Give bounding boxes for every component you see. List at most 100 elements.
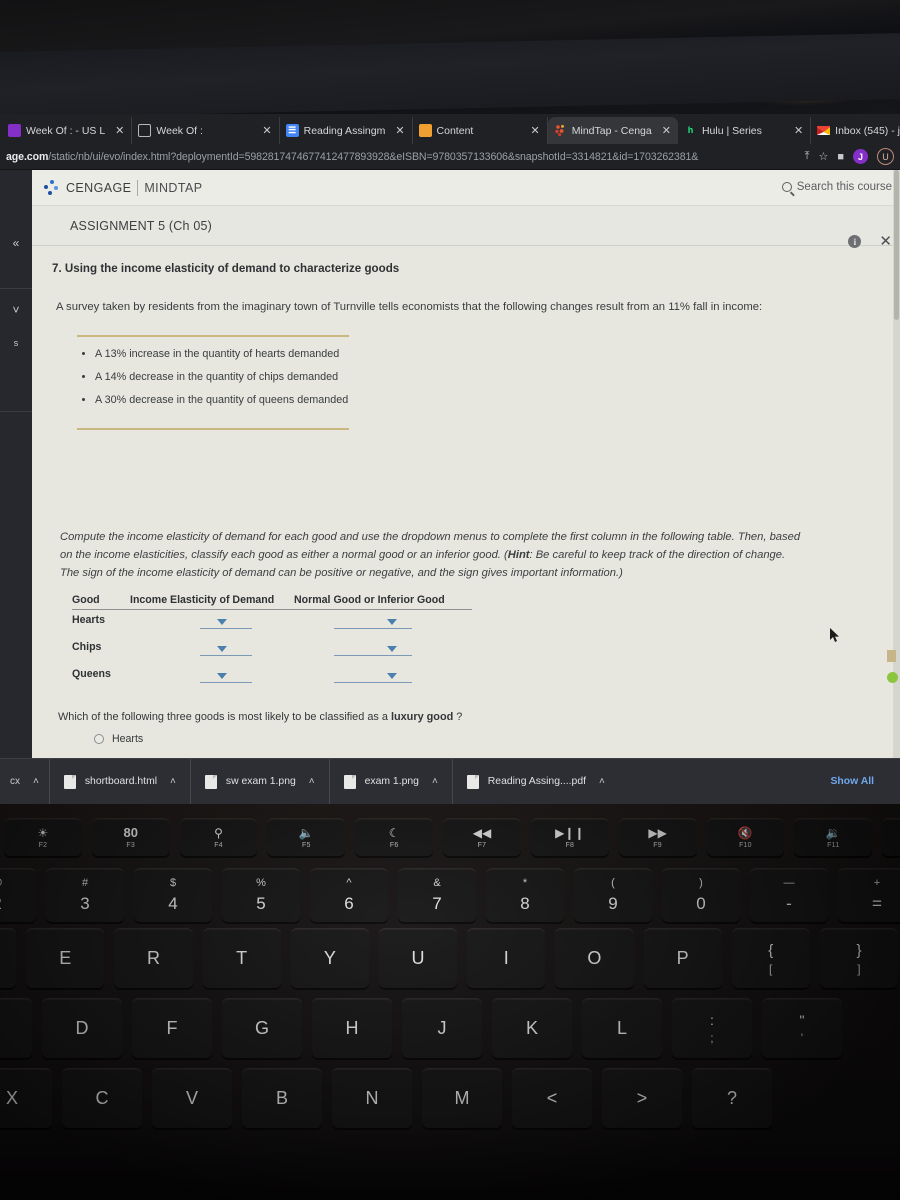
chevron-up-icon[interactable]: ˄ bbox=[432, 776, 438, 787]
elasticity-dropdown-hearts[interactable] bbox=[192, 613, 260, 630]
key-f9[interactable]: ▶▶ F9 bbox=[618, 818, 697, 856]
key-u[interactable]: U bbox=[378, 928, 458, 988]
key-f4[interactable]: ⚲ F4 bbox=[179, 818, 258, 856]
file-icon bbox=[343, 774, 356, 789]
profile-avatar-secondary[interactable]: U bbox=[877, 148, 894, 165]
close-icon[interactable]: ✕ bbox=[791, 124, 806, 137]
classification-dropdown-queens[interactable] bbox=[334, 667, 424, 684]
key-v[interactable]: V bbox=[152, 1068, 232, 1128]
key-w[interactable]: W bbox=[0, 928, 17, 988]
chevron-up-icon[interactable]: ˄ bbox=[33, 776, 39, 787]
key-4[interactable]: $4 bbox=[134, 868, 212, 922]
key-g[interactable]: G bbox=[222, 998, 302, 1058]
key-quote[interactable]: " ' bbox=[762, 998, 842, 1058]
close-icon[interactable]: ✕ bbox=[112, 124, 127, 137]
key-label: M bbox=[454, 1088, 470, 1108]
elasticity-dropdown-chips[interactable] bbox=[192, 640, 260, 657]
browser-tab-2[interactable]: ☰ Reading Assingm ✕ bbox=[280, 117, 413, 144]
extension-icon[interactable]: ■ bbox=[837, 151, 844, 163]
key-x[interactable]: X bbox=[0, 1068, 52, 1128]
key-l[interactable]: L bbox=[582, 998, 662, 1058]
key-semicolon[interactable]: :; bbox=[672, 998, 752, 1058]
key-6[interactable]: ^ 6 bbox=[310, 868, 388, 922]
radio-button-icon[interactable] bbox=[94, 734, 104, 745]
search-course-button[interactable]: Search this course bbox=[781, 181, 892, 193]
browser-tab-6[interactable]: Inbox (545) - jre ✕ bbox=[811, 117, 900, 144]
key-f[interactable]: F bbox=[132, 998, 212, 1058]
key-n[interactable]: N bbox=[332, 1068, 412, 1128]
key-s[interactable]: S bbox=[0, 998, 32, 1058]
rail-chevron-down-icon[interactable]: ˅ bbox=[0, 303, 32, 317]
close-icon[interactable]: ✕ bbox=[528, 124, 543, 137]
chevron-up-icon[interactable]: ˄ bbox=[170, 776, 176, 787]
close-icon[interactable]: ✕ bbox=[659, 124, 674, 137]
classification-dropdown-chips[interactable] bbox=[334, 640, 424, 657]
key-i[interactable]: I bbox=[467, 928, 546, 988]
page-scrollbar[interactable] bbox=[893, 170, 900, 784]
bookmark-star-icon[interactable]: ☆ bbox=[818, 150, 828, 163]
key-5[interactable]: % 5 bbox=[222, 868, 300, 922]
elasticity-dropdown-queens[interactable] bbox=[192, 667, 260, 684]
key-minus[interactable]: — - bbox=[750, 868, 828, 922]
close-icon[interactable]: ✕ bbox=[259, 124, 274, 137]
key-d[interactable]: D bbox=[42, 998, 122, 1058]
key-f11[interactable]: 🔉 F11 bbox=[794, 818, 873, 856]
laptop-screen-bezel bbox=[0, 33, 900, 118]
key-f7[interactable]: ◀◀ F7 bbox=[443, 818, 521, 856]
key-y[interactable]: Y bbox=[290, 928, 369, 988]
browser-tab-0[interactable]: Week Of : - US L ✕ bbox=[2, 117, 133, 144]
download-item-3[interactable]: Reading Assing....pdf ˄ bbox=[451, 758, 619, 804]
rail-collapse-button[interactable]: « bbox=[0, 236, 32, 250]
key-slash[interactable]: ? bbox=[692, 1068, 772, 1128]
browser-tab-3[interactable]: Content ✕ bbox=[413, 117, 548, 144]
close-icon[interactable]: ✕ bbox=[392, 124, 407, 137]
scrollbar-thumb[interactable] bbox=[894, 170, 899, 320]
key-o[interactable]: O bbox=[555, 928, 634, 988]
key-r[interactable]: R bbox=[114, 928, 193, 988]
key-f5[interactable]: 🔈 F5 bbox=[267, 818, 346, 856]
key-equals[interactable]: + = bbox=[838, 868, 900, 922]
browser-tab-1[interactable]: Week Of : ✕ bbox=[132, 117, 280, 144]
radio-option-hearts[interactable]: Hearts bbox=[94, 733, 900, 745]
key-k[interactable]: K bbox=[492, 998, 572, 1058]
key-8[interactable]: * 8 bbox=[486, 868, 564, 922]
key-7[interactable]: & 7 bbox=[398, 868, 476, 922]
browser-tab-4-mindtap[interactable]: MindTap - Cenga ✕ bbox=[547, 117, 678, 144]
key-t[interactable]: T bbox=[202, 928, 281, 988]
key-h[interactable]: H bbox=[312, 998, 392, 1058]
classification-dropdown-hearts[interactable] bbox=[334, 613, 424, 630]
download-item-1[interactable]: sw exam 1.png ˄ bbox=[189, 758, 329, 804]
key-3[interactable]: #3 bbox=[46, 868, 124, 922]
key-left-bracket[interactable]: {[ bbox=[731, 928, 810, 988]
key-right-bracket[interactable]: }] bbox=[819, 928, 899, 988]
key-f6[interactable]: ☾ F6 bbox=[355, 818, 434, 856]
key-upper-label: < bbox=[546, 1088, 558, 1108]
key-f8[interactable]: ▶❙❙ F8 bbox=[530, 818, 609, 856]
key-f3[interactable]: 80 F3 bbox=[91, 818, 170, 856]
key-0[interactable]: ) 0 bbox=[662, 868, 740, 922]
chevron-up-icon[interactable]: ˄ bbox=[309, 776, 315, 787]
key-f2[interactable]: ☀ F2 bbox=[4, 818, 82, 856]
key-9[interactable]: (9 bbox=[574, 868, 652, 922]
share-icon[interactable]: ⤒ bbox=[805, 150, 810, 163]
browser-address-bar[interactable]: age.com/static/nb/ui/evo/index.html?depl… bbox=[0, 144, 900, 170]
key-c[interactable]: C bbox=[62, 1068, 142, 1128]
key-comma[interactable]: < bbox=[512, 1068, 592, 1128]
show-all-downloads-button[interactable]: Show All bbox=[831, 776, 900, 787]
key-e[interactable]: E bbox=[26, 928, 105, 988]
key-2[interactable]: @2 bbox=[0, 868, 36, 922]
key-p[interactable]: P bbox=[643, 928, 722, 988]
browser-tab-5[interactable]: h Hulu | Series ✕ bbox=[678, 117, 812, 144]
download-item-0[interactable]: shortboard.html ˄ bbox=[48, 758, 190, 804]
key-b[interactable]: B bbox=[242, 1068, 322, 1128]
key-f12[interactable]: 🔊F12 bbox=[882, 818, 900, 856]
profile-avatar[interactable]: J bbox=[853, 149, 868, 164]
download-item-2[interactable]: exam 1.png ˄ bbox=[328, 758, 452, 804]
key-j[interactable]: J bbox=[402, 998, 482, 1058]
key-f10[interactable]: 🔇 F10 bbox=[706, 818, 785, 856]
bookmark-tab-icon[interactable] bbox=[887, 650, 896, 662]
help-bubble-icon[interactable] bbox=[887, 672, 898, 683]
key-period[interactable]: > bbox=[602, 1068, 682, 1128]
key-m[interactable]: M bbox=[422, 1068, 502, 1128]
chevron-up-icon[interactable]: ˄ bbox=[599, 776, 605, 787]
